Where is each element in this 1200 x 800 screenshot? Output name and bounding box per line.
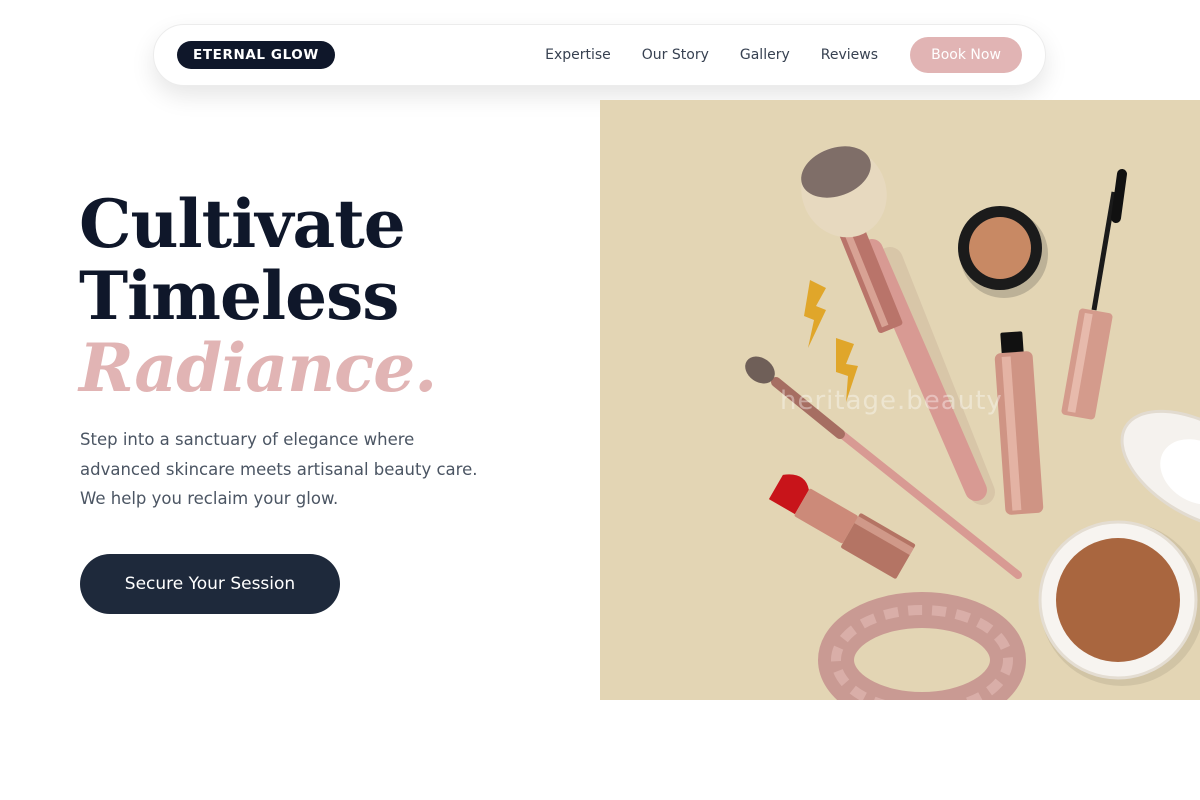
nav-links: Expertise Our Story Gallery Reviews bbox=[545, 47, 878, 63]
brand-logo[interactable]: ETERNAL GLOW bbox=[177, 41, 335, 69]
tube-icon bbox=[994, 331, 1044, 515]
image-watermark: heritage.beauty bbox=[780, 386, 1003, 416]
top-nav: ETERNAL GLOW Expertise Our Story Gallery… bbox=[153, 24, 1046, 86]
nav-link-our-story[interactable]: Our Story bbox=[642, 47, 709, 63]
secure-session-button[interactable]: Secure Your Session bbox=[80, 554, 340, 614]
compact-icon bbox=[1038, 409, 1200, 686]
book-now-button[interactable]: Book Now bbox=[910, 37, 1022, 73]
headline-line-1: Cultivate bbox=[79, 185, 406, 263]
subtitle-line-2: advanced skincare meets artisanal beauty… bbox=[80, 459, 478, 479]
hero-subtitle: Step into a sanctuary of elegance where … bbox=[80, 425, 520, 514]
nav-link-reviews[interactable]: Reviews bbox=[821, 47, 878, 63]
nav-link-gallery[interactable]: Gallery bbox=[740, 47, 790, 63]
scrunchie-icon bbox=[818, 592, 1026, 700]
headline-accent: Radiance. bbox=[79, 329, 437, 407]
hero-image: heritage.beauty bbox=[600, 100, 1200, 700]
headline-line-2: Timeless bbox=[79, 257, 399, 335]
subtitle-line-3: We help you reclaim your glow. bbox=[80, 489, 339, 508]
hero-headline: Cultivate Timeless Radiance. bbox=[79, 185, 437, 407]
lipstick-icon bbox=[768, 474, 916, 579]
lightning-earring-icon bbox=[804, 280, 858, 402]
mascara-icon bbox=[1061, 169, 1127, 420]
nav-link-expertise[interactable]: Expertise bbox=[545, 47, 611, 63]
subtitle-line-1: Step into a sanctuary of elegance where bbox=[80, 430, 415, 449]
blush-compact-icon bbox=[958, 206, 1048, 298]
